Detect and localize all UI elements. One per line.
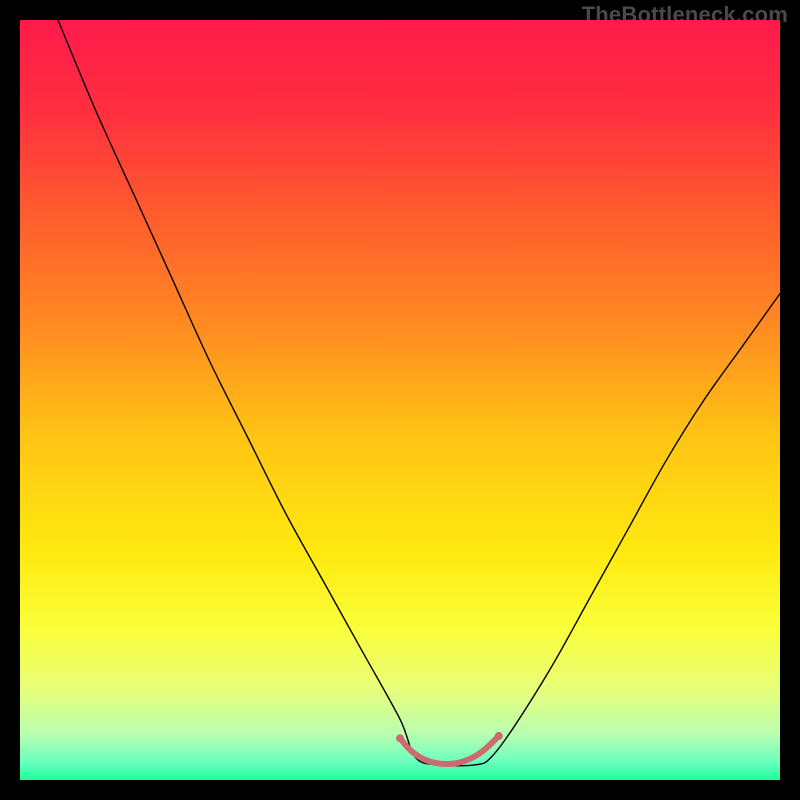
bottleneck-chart — [20, 20, 780, 780]
series-dot-optimal-range — [495, 732, 503, 740]
plot-background — [20, 20, 780, 780]
chart-container: TheBottleneck.com — [0, 0, 800, 800]
series-dot-optimal-range — [396, 734, 404, 742]
